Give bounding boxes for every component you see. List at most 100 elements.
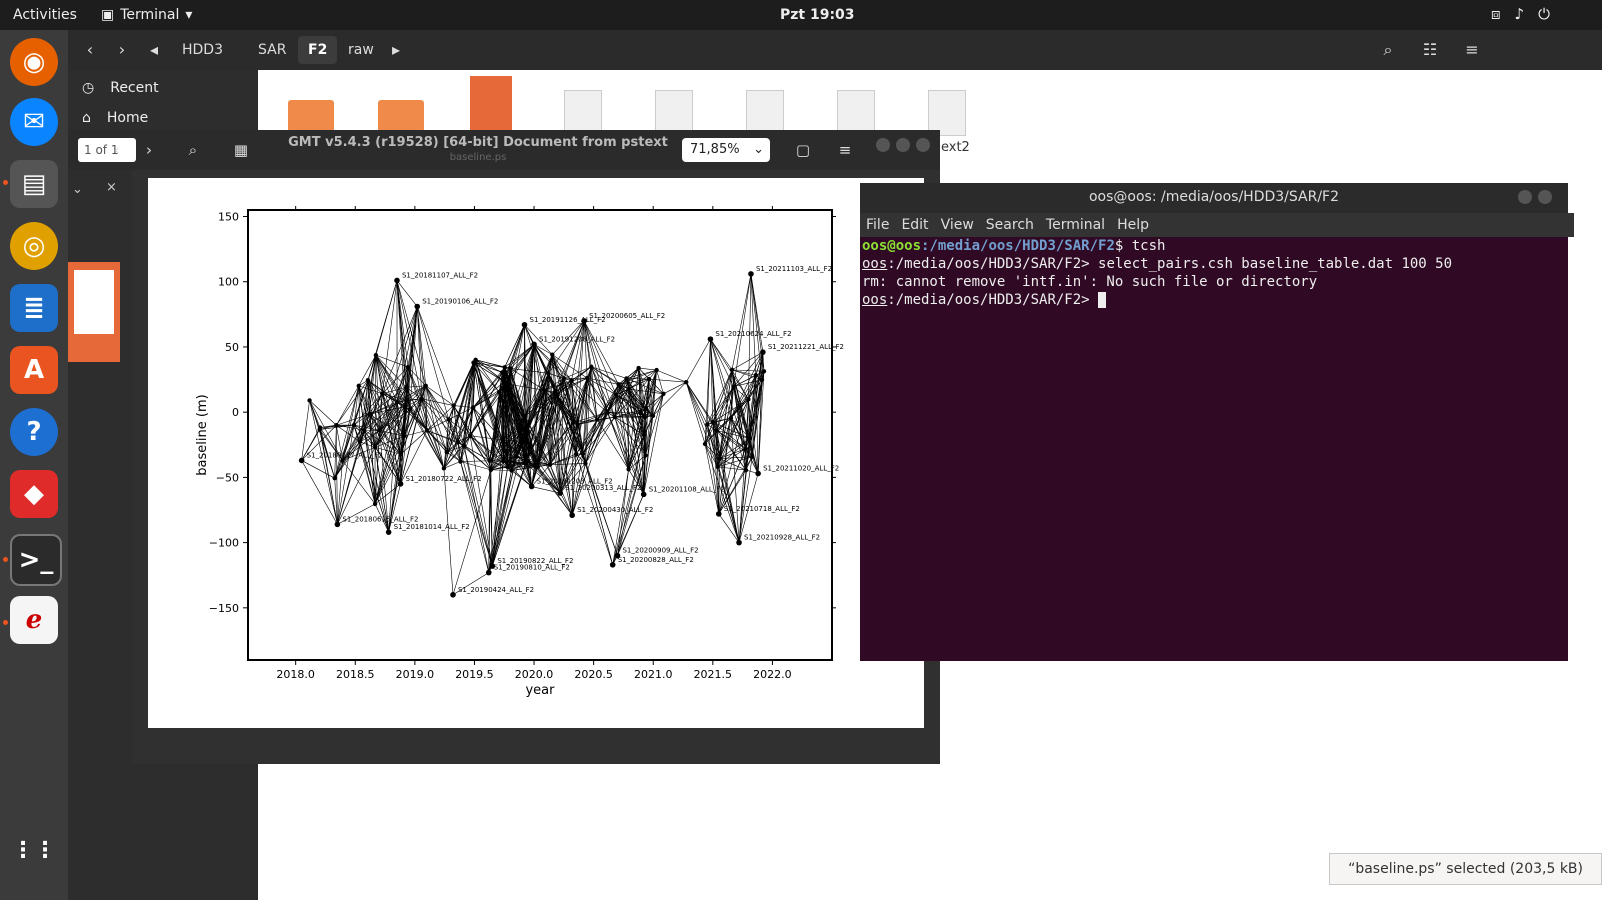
breadcrumb-left-icon[interactable]: ◂: [144, 38, 164, 62]
network-icon[interactable]: ⧈: [1491, 5, 1501, 23]
prev-page-icon[interactable]: ‹: [104, 138, 130, 162]
data-point: [710, 419, 715, 425]
back-icon[interactable]: ‹: [76, 38, 104, 62]
data-point: [502, 365, 507, 370]
terminal-icon: ▣: [101, 7, 115, 23]
menu-edit[interactable]: Edit: [901, 217, 928, 233]
breadcrumb-raw[interactable]: raw: [338, 36, 384, 64]
prompt-user: oos@oos: [862, 238, 922, 254]
next-page-icon[interactable]: ›: [136, 138, 162, 162]
thunderbird-icon[interactable]: ✉: [10, 98, 58, 146]
maximize-icon[interactable]: [896, 138, 910, 152]
data-point: [736, 539, 742, 546]
breadcrumb-right-icon[interactable]: ▸: [386, 38, 406, 62]
data-point: [485, 569, 492, 576]
folder-icon[interactable]: [288, 100, 334, 132]
point-label: S1_20200430_ALL_F2: [577, 506, 653, 514]
point-label: S1_20210624_ALL_F2: [715, 330, 791, 338]
minimize-icon[interactable]: [876, 138, 890, 152]
data-point: [357, 439, 363, 445]
page-thumbnail[interactable]: [68, 262, 120, 362]
data-point: [715, 511, 722, 517]
zoom-select[interactable]: 71,85% ⌄: [682, 138, 770, 162]
menu-file[interactable]: File: [866, 217, 889, 233]
activities-button[interactable]: Activities: [13, 7, 77, 23]
data-point: [626, 386, 631, 392]
y-tick-label: 100: [218, 276, 239, 289]
data-point: [402, 404, 408, 409]
files-icon[interactable]: ▤: [10, 160, 58, 208]
data-point: [643, 406, 648, 412]
menu-icon[interactable]: ≡: [1458, 38, 1486, 62]
sidebar-item-recent[interactable]: ◷ Recent: [82, 80, 159, 96]
network-edge: [353, 413, 370, 426]
file-label: ext2: [941, 140, 970, 155]
baseline-chart: 2018.0 2018.5 2019.0 2019.5 2020.0 2020.5 2021…: [195, 206, 844, 698]
data-point: [404, 385, 409, 390]
breadcrumb-hdd3[interactable]: HDD3: [172, 36, 233, 64]
point-label: S1_20190106_ALL_F2: [422, 298, 498, 306]
clock[interactable]: Pzt 19:03: [780, 7, 855, 23]
document-viewer-icon[interactable]: ℯ: [10, 596, 58, 644]
search-icon[interactable]: ⌕: [1374, 38, 1402, 62]
network-edge: [492, 467, 508, 567]
point-label: S1_20210928_ALL_F2: [744, 534, 820, 542]
system-tray[interactable]: ⧈ ♪ ⏻: [1491, 5, 1550, 23]
data-point: [394, 399, 400, 405]
point-label: S1_20191208_ALL_F2: [539, 335, 615, 343]
data-point: [405, 364, 411, 370]
menu-search[interactable]: Search: [986, 217, 1034, 233]
rhythmbox-icon[interactable]: ◎: [10, 222, 58, 270]
data-point: [759, 377, 765, 382]
app-menu[interactable]: ▣ Terminal ▾: [101, 7, 192, 23]
menu-terminal[interactable]: Terminal: [1046, 217, 1105, 233]
sidebar-item-home[interactable]: ⌂ Home: [82, 110, 148, 126]
menu-view[interactable]: View: [941, 217, 974, 233]
terminal-dock-icon[interactable]: >_: [10, 534, 62, 586]
x-tick-label: 2019.0: [396, 668, 435, 681]
data-point: [581, 318, 587, 324]
point-label: S1_20181014_ALL_F2: [394, 523, 470, 531]
data-point: [561, 376, 567, 381]
terminal-output[interactable]: oos@oos:/media/oos/HDD3/SAR/F2$ tcsh oos:…: [862, 237, 1562, 309]
menu-icon[interactable]: ≡: [832, 138, 858, 162]
clipboard-icon[interactable]: ▦: [228, 138, 254, 162]
close-icon[interactable]: ×: [106, 180, 117, 195]
chevron-down-icon[interactable]: ⌄: [72, 182, 83, 197]
data-point: [569, 512, 575, 519]
breadcrumb-f2[interactable]: F2: [298, 36, 338, 64]
forward-icon[interactable]: ›: [108, 38, 136, 62]
selected-file-icon[interactable]: [470, 76, 512, 132]
help-icon[interactable]: ?: [10, 408, 58, 456]
firefox-icon[interactable]: ◉: [10, 38, 58, 86]
breadcrumb-sar[interactable]: SAR: [248, 36, 296, 64]
menu-help[interactable]: Help: [1117, 217, 1149, 233]
software-icon[interactable]: A: [10, 346, 58, 394]
search-icon[interactable]: ⌕: [180, 138, 206, 162]
volume-icon[interactable]: ♪: [1515, 5, 1525, 23]
data-point: [509, 468, 514, 473]
show-apps-icon[interactable]: ⋮⋮: [10, 826, 58, 874]
folder-icon[interactable]: [378, 100, 424, 132]
close-icon[interactable]: [916, 138, 930, 152]
data-point: [528, 483, 535, 490]
data-point: [542, 387, 547, 393]
data-point: [401, 433, 407, 439]
data-point: [729, 367, 735, 373]
x-tick-label: 2019.5: [455, 668, 494, 681]
document-icon[interactable]: ▢: [790, 138, 816, 162]
data-point: [471, 360, 476, 365]
anydesk-icon[interactable]: ◆: [10, 470, 58, 518]
writer-icon[interactable]: ≣: [10, 284, 58, 332]
data-point: [502, 379, 507, 384]
data-point: [661, 391, 666, 397]
minimize-icon[interactable]: [1518, 190, 1532, 204]
y-tick-label: 0: [232, 406, 239, 419]
status-bar: “baseline.ps” selected (203,5 kB): [1329, 853, 1602, 885]
view-toggle-icon[interactable]: ☷: [1416, 38, 1444, 62]
data-point: [636, 365, 641, 371]
maximize-icon[interactable]: [1538, 190, 1552, 204]
power-icon[interactable]: ⏻: [1538, 5, 1550, 23]
app-name: Terminal: [120, 7, 180, 23]
network-edge: [407, 306, 418, 368]
